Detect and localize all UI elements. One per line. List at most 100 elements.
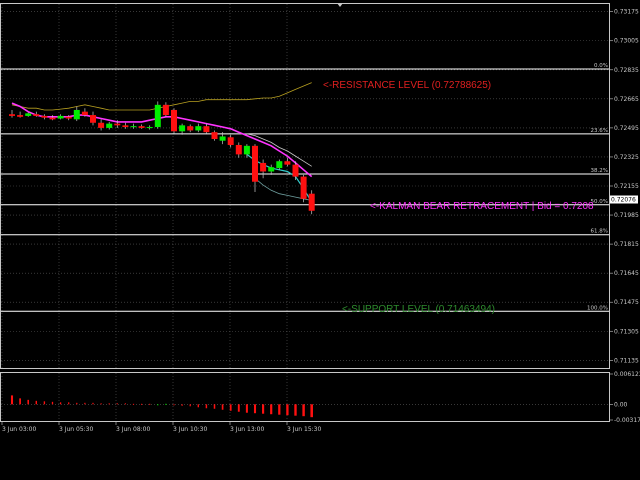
candle-body	[138, 126, 145, 128]
histogram-bar	[245, 404, 248, 413]
time-tick-label: 3 Jun 03:00	[2, 426, 36, 433]
histogram-bar	[132, 403, 135, 405]
candle-body	[73, 109, 80, 120]
histogram-bar	[35, 400, 38, 405]
chart-background	[0, 0, 640, 480]
price-tick-label: 0.71645	[614, 270, 639, 277]
candle-body	[162, 104, 169, 116]
candle-body	[90, 115, 96, 123]
trading-chart[interactable]: 0.0%23.6%38.2%50.0%61.8%100.0% 0.731750.…	[0, 0, 640, 480]
candle-body	[9, 114, 15, 116]
histogram-bar	[68, 402, 70, 405]
candle-body	[171, 109, 177, 132]
candle-body	[300, 176, 307, 199]
histogram-bar	[262, 404, 265, 414]
price-tick-label: 0.72665	[614, 96, 639, 103]
candle-body	[268, 167, 275, 172]
candle-body	[219, 136, 226, 141]
candle-body	[260, 162, 267, 172]
candle-body	[211, 132, 218, 140]
histogram-bar	[181, 404, 183, 406]
histogram-bar	[229, 404, 232, 411]
histogram-bar	[221, 404, 224, 410]
histogram-bar	[302, 404, 305, 417]
fib-level-label: 0.0%	[594, 63, 608, 69]
candle-body	[122, 125, 129, 128]
histogram-bar	[10, 395, 14, 405]
candle-body	[195, 126, 202, 131]
fib-level-label: 61.8%	[591, 229, 608, 235]
price-tick-label: 0.71475	[614, 299, 639, 306]
candle-body	[65, 116, 72, 119]
indicator-tick-label: 0.00	[614, 401, 628, 408]
histogram-bar	[173, 404, 175, 406]
histogram-bar	[278, 404, 281, 415]
price-tick-label: 0.72495	[614, 125, 639, 132]
time-tick-label: 3 Jun 15:30	[287, 426, 321, 433]
price-tick-label: 0.71985	[614, 212, 639, 219]
histogram-bar	[59, 402, 62, 405]
candle-body	[49, 117, 56, 120]
histogram-bar	[165, 403, 167, 405]
candle-body	[284, 161, 291, 165]
candle-body	[243, 145, 250, 155]
price-tick-label: 0.73175	[614, 9, 639, 16]
bid-price-value: 0.72076	[611, 197, 636, 204]
histogram-bar	[43, 401, 46, 405]
indicator-tick-label: 0.006123	[614, 371, 640, 378]
histogram-bar	[286, 404, 289, 416]
price-tick-label: 0.71815	[614, 241, 639, 248]
candle-body	[98, 122, 105, 128]
resistance-label: <-RESISTANCE LEVEL (0.72788625)	[323, 80, 491, 91]
histogram-bar	[141, 403, 143, 405]
price-tick-label: 0.72325	[614, 154, 639, 161]
histogram-bar	[51, 401, 54, 405]
candle-body	[25, 113, 32, 116]
candle-body	[227, 137, 234, 145]
candle-body	[33, 114, 40, 116]
candle-body	[81, 111, 88, 116]
candle-body	[41, 115, 48, 118]
price-tick-label: 0.71135	[614, 357, 639, 364]
price-tick-label: 0.72155	[614, 183, 639, 190]
histogram-bar	[108, 403, 110, 405]
support-label: <-SUPPORT LEVEL (0.71463494)	[342, 304, 495, 315]
histogram-bar	[294, 404, 297, 416]
histogram-bar	[270, 404, 273, 415]
candle-body	[292, 164, 299, 177]
histogram-bar	[84, 402, 86, 405]
price-tick-label: 0.72835	[614, 67, 639, 74]
time-tick-label: 3 Jun 13:00	[230, 426, 264, 433]
fib-level-label: 100.0%	[587, 305, 608, 311]
candle-body	[106, 123, 113, 128]
time-tick-label: 3 Jun 08:00	[116, 426, 150, 433]
histogram-bar	[253, 404, 257, 414]
candle-body	[154, 104, 161, 128]
histogram-bar	[76, 402, 78, 405]
candle-body	[146, 127, 153, 129]
histogram-bar	[19, 398, 21, 405]
histogram-bar	[124, 403, 126, 405]
candle-body	[235, 144, 242, 155]
histogram-bar	[189, 404, 191, 407]
candle-body	[308, 193, 315, 211]
indicator-tick-label: -0.003171	[614, 417, 640, 424]
candle-body	[114, 123, 121, 126]
histogram-bar	[100, 403, 102, 405]
histogram-bar	[149, 403, 151, 405]
price-tick-label: 0.71305	[614, 328, 639, 335]
histogram-bar	[92, 402, 94, 405]
price-tick-label: 0.73005	[614, 38, 639, 45]
histogram-bar	[116, 403, 118, 405]
candle-body	[187, 126, 194, 131]
fib-level-label: 23.6%	[591, 128, 608, 134]
candle-body	[17, 115, 24, 117]
bid-price-tag: 0.72076	[610, 195, 638, 204]
histogram-bar	[157, 404, 159, 406]
histogram-bar	[213, 404, 216, 409]
candle-body	[57, 115, 64, 119]
histogram-bar	[197, 404, 199, 408]
candle-body	[179, 125, 186, 132]
kalman-retracement-label: <-KALMAN BEAR RETRACEMENT | Bid = 0.7208	[370, 201, 594, 212]
fib-level-label: 38.2%	[591, 168, 608, 174]
